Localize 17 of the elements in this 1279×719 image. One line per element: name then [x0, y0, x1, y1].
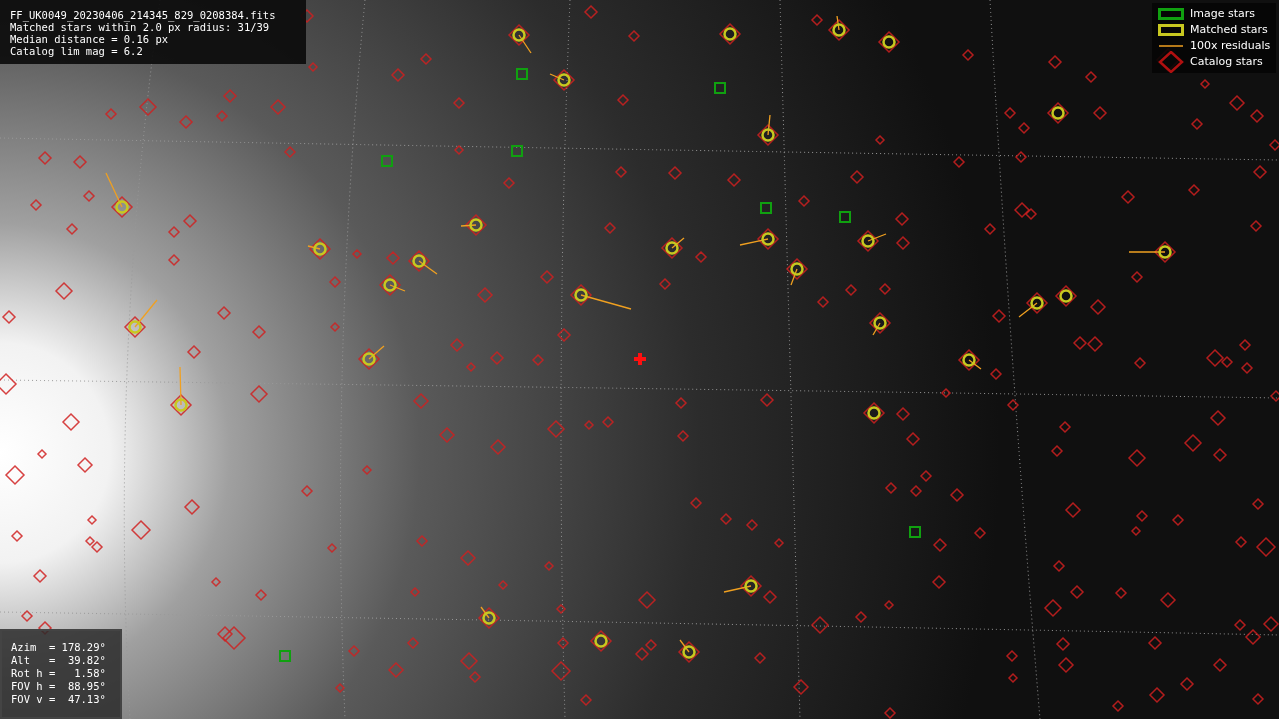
- legend-label: 100x residuals: [1190, 37, 1271, 54]
- info-text: Catalog lim mag = 6.2: [10, 45, 144, 57]
- residual-line-icon: [1158, 44, 1184, 48]
- pointing-text: FOV h = 88.95°: [11, 680, 107, 693]
- pointing-text: Rot h = 1.58°: [11, 667, 107, 680]
- matched-star-swatch-icon: [1158, 23, 1184, 37]
- pointing-text: Azim = 178.29°: [11, 641, 107, 654]
- legend-label: Matched stars: [1190, 21, 1268, 38]
- pointing-text: FOV v = 47.13°: [11, 693, 107, 706]
- legend-label: Catalog stars: [1190, 53, 1263, 70]
- info-text: FF_UK0049_20230406_214345_829_0208384.fits: [10, 9, 277, 21]
- pointing-text: Alt = 39.82°: [11, 654, 107, 667]
- image-star-swatch-icon: [1158, 7, 1184, 21]
- legend-label: Image stars: [1190, 5, 1255, 22]
- diamond-icon: [1158, 51, 1184, 73]
- info-text: Median distance = 0.16 px: [10, 33, 170, 45]
- info-text: Matched stars within 2.0 px radius: 31/39: [10, 21, 270, 33]
